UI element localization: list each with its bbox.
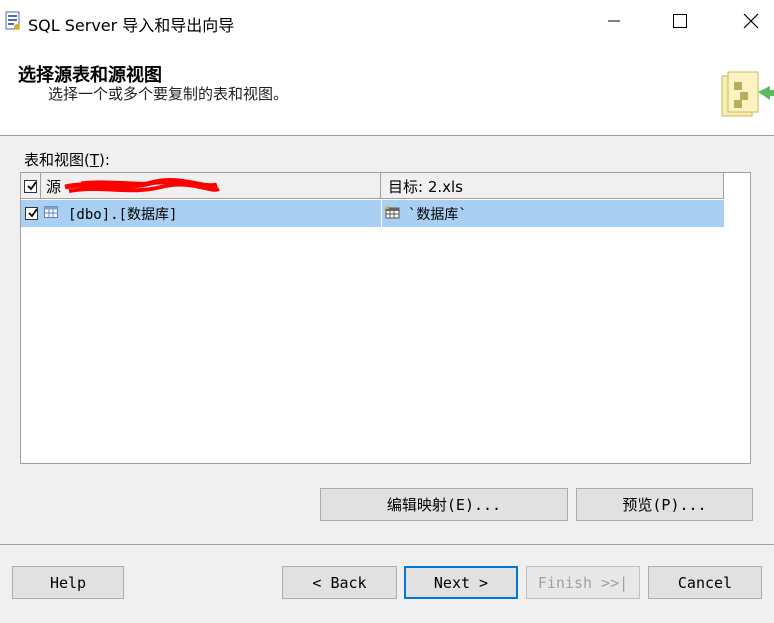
close-icon bbox=[743, 13, 759, 33]
window-title: SQL Server 导入和导出向导 bbox=[28, 16, 235, 35]
row-source-label: [dbo].[数据库] bbox=[68, 206, 178, 223]
footer-divider bbox=[0, 544, 774, 545]
title-bar: SQL Server 导入和导出向导 bbox=[0, 0, 774, 46]
redaction-scribble bbox=[64, 177, 220, 193]
preview-button[interactable]: 预览(P)... bbox=[576, 488, 753, 521]
wizard-graphic-icon bbox=[718, 68, 774, 122]
select-all-cell[interactable] bbox=[21, 173, 41, 199]
table-row[interactable]: [dbo].[数据库] `数据库` bbox=[21, 200, 724, 227]
cancel-button[interactable]: Cancel bbox=[648, 566, 762, 599]
tables-grid[interactable]: 源 目标: 2.xls [dbo].[数据库] `数据库` bbox=[20, 172, 751, 464]
close-button[interactable] bbox=[728, 0, 774, 46]
destination-table-icon bbox=[384, 204, 408, 223]
tables-label-mnemonic: T bbox=[89, 151, 100, 169]
column-header-destination[interactable]: 目标: 2.xls bbox=[381, 173, 724, 199]
wizard-app-icon bbox=[5, 11, 21, 31]
column-header-filler bbox=[724, 173, 750, 199]
column-header-source-label: 源 bbox=[46, 177, 62, 196]
row-destination-cell[interactable]: `数据库` bbox=[381, 200, 724, 227]
minimize-icon bbox=[608, 15, 620, 31]
edit-mappings-button[interactable]: 编辑映射(E)... bbox=[320, 488, 568, 521]
select-all-checkbox[interactable] bbox=[24, 179, 37, 193]
table-icon bbox=[44, 205, 68, 222]
help-button[interactable]: Help bbox=[12, 566, 124, 599]
tables-label: 表和视图(T): bbox=[24, 149, 110, 170]
column-header-destination-label: 目标: 2.xls bbox=[388, 177, 463, 196]
maximize-icon bbox=[673, 14, 687, 32]
tables-label-prefix: 表和视图( bbox=[24, 151, 90, 169]
finish-button[interactable]: Finish >>| bbox=[526, 566, 640, 599]
back-button[interactable]: < Back bbox=[282, 566, 397, 599]
page-subtitle: 选择一个或多个要复制的表和视图。 bbox=[48, 85, 289, 103]
row-checkbox-cell[interactable] bbox=[21, 200, 41, 227]
row-source-cell[interactable]: [dbo].[数据库] bbox=[41, 200, 381, 227]
next-button[interactable]: Next > bbox=[404, 566, 518, 599]
maximize-button[interactable] bbox=[657, 0, 703, 46]
minimize-button[interactable] bbox=[591, 0, 637, 46]
tables-label-suffix: ): bbox=[99, 151, 110, 169]
row-destination-label: `数据库` bbox=[408, 206, 467, 223]
grid-header: 源 目标: 2.xls bbox=[21, 173, 724, 199]
row-checkbox[interactable] bbox=[24, 207, 38, 220]
wizard-header: 选择源表和源视图 选择一个或多个要复制的表和视图。 bbox=[0, 46, 774, 136]
